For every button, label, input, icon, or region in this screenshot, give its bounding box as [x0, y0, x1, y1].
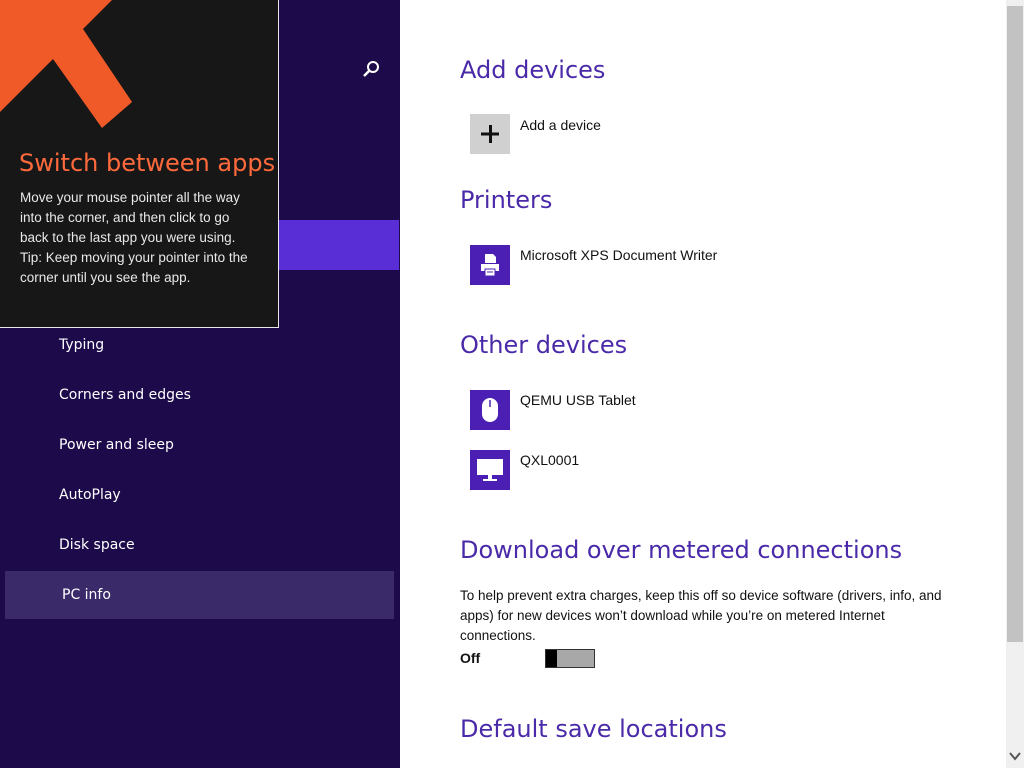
add-devices-heading: Add devices: [460, 56, 606, 84]
scroll-down-arrow-icon[interactable]: [1009, 750, 1021, 762]
tip-description: Move your mouse pointer all the way into…: [20, 190, 240, 245]
device-label-qxl[interactable]: QXL0001: [520, 452, 579, 468]
device-tile-qemu[interactable]: [470, 390, 510, 430]
nav-item-disk-space[interactable]: Disk space: [59, 536, 135, 554]
tip-hint: Tip: Keep moving your pointer into the c…: [20, 250, 248, 285]
printer-label[interactable]: Microsoft XPS Document Writer: [520, 247, 717, 263]
vertical-scrollbar[interactable]: [1006, 0, 1024, 768]
add-device-button[interactable]: [470, 114, 510, 154]
metered-toggle-label: Off: [460, 650, 481, 666]
nav-item-pc-info[interactable]: PC info: [5, 571, 394, 619]
add-device-label[interactable]: Add a device: [520, 117, 601, 133]
default-save-heading: Default save locations: [460, 715, 727, 743]
devices-settings-pane: Add devices Add a device Printers Micros…: [400, 0, 1006, 768]
printer-icon: [481, 254, 499, 277]
printers-heading: Printers: [460, 186, 553, 214]
device-tile-qxl[interactable]: [470, 450, 510, 490]
metered-heading: Download over metered connections: [460, 536, 903, 564]
toggle-knob[interactable]: [546, 650, 557, 667]
corner-arrow-icon: [0, 0, 132, 128]
metered-toggle[interactable]: [545, 649, 595, 668]
mouse-icon: [482, 398, 498, 422]
printer-tile[interactable]: [470, 245, 510, 285]
nav-item-typing[interactable]: Typing: [59, 336, 104, 354]
nav-item-autoplay[interactable]: AutoPlay: [59, 486, 121, 504]
search-icon[interactable]: [360, 58, 382, 80]
other-devices-heading: Other devices: [460, 331, 628, 359]
nav-item-corners-and-edges[interactable]: Corners and edges: [59, 386, 191, 404]
tip-title: Switch between apps: [19, 149, 276, 177]
metered-description: To help prevent extra charges, keep this…: [460, 588, 942, 643]
tip-body: Move your mouse pointer all the way into…: [20, 188, 260, 288]
switch-apps-tip: Switch between apps Move your mouse poin…: [0, 0, 279, 328]
plus-icon: [481, 125, 499, 143]
monitor-icon: [477, 459, 503, 481]
device-label-qemu[interactable]: QEMU USB Tablet: [520, 392, 636, 408]
nav-item-power-and-sleep[interactable]: Power and sleep: [59, 436, 174, 454]
scrollbar-thumb[interactable]: [1007, 6, 1023, 642]
